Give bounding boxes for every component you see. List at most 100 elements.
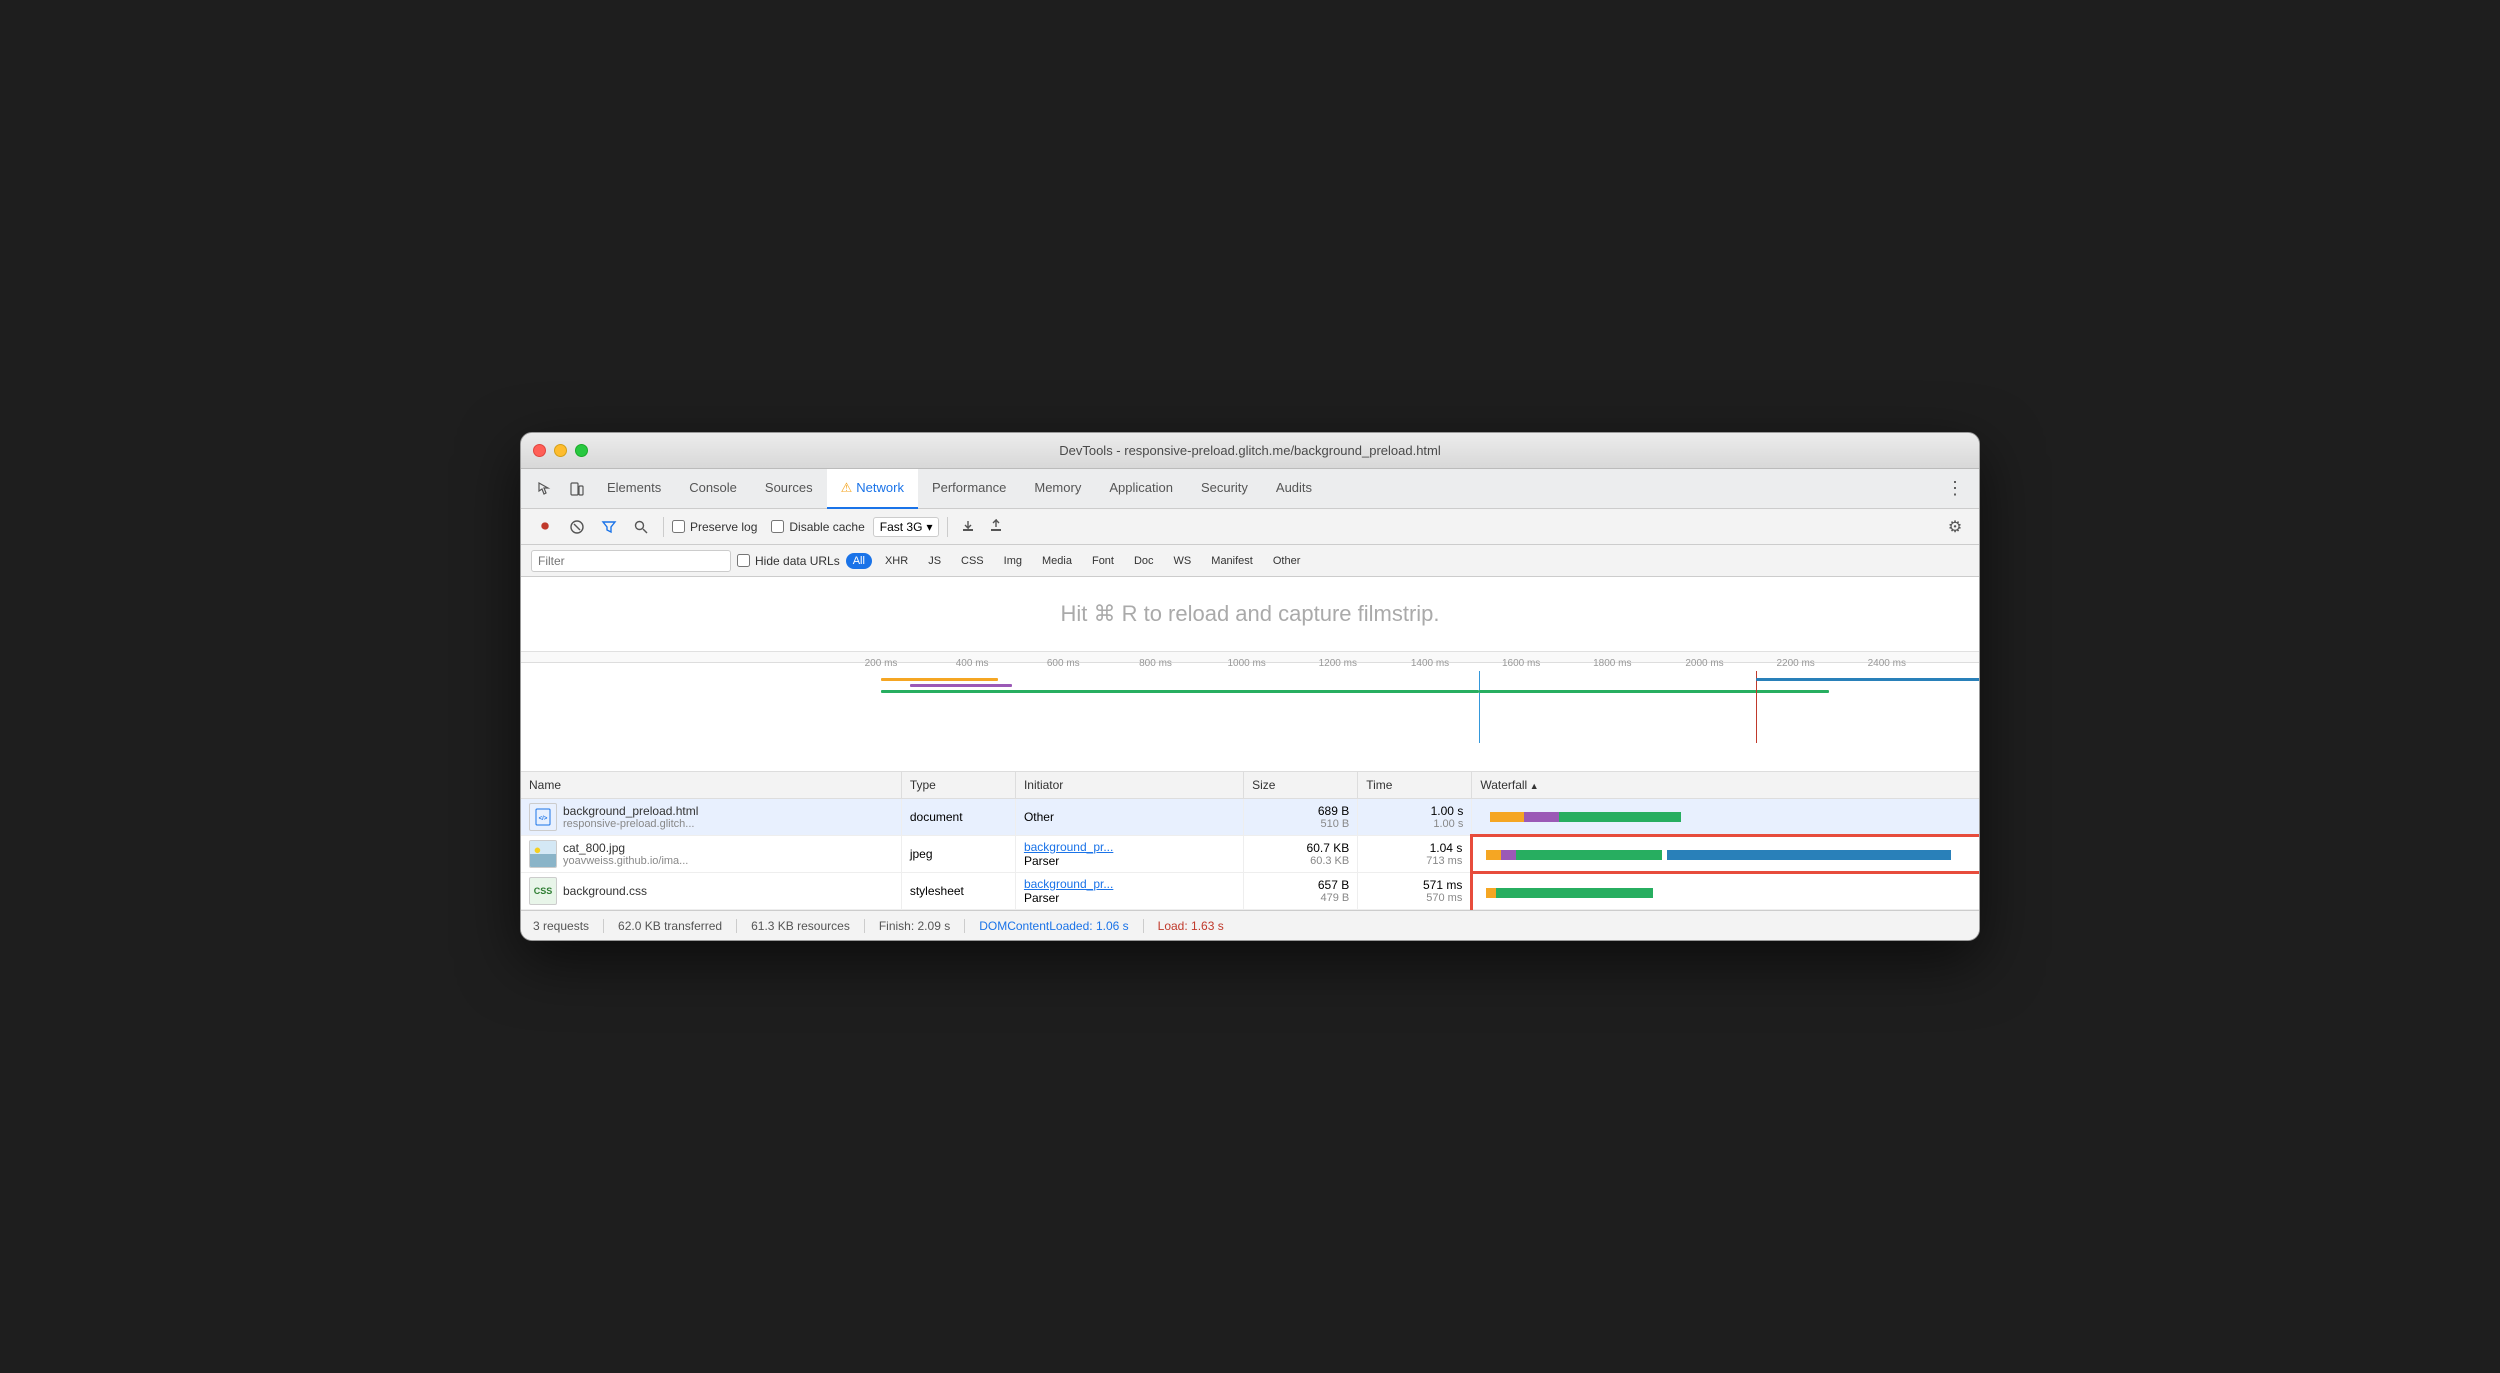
- device-toolbar-icon[interactable]: [561, 473, 593, 505]
- record-button[interactable]: ⏺: [531, 513, 559, 541]
- wf3-orange: [1486, 888, 1496, 898]
- minimize-button[interactable]: [554, 444, 567, 457]
- timeline-area: 200 ms 400 ms 600 ms 800 ms 1000 ms 1200…: [521, 652, 1979, 772]
- cell-name: </> background_preload.html responsive-p…: [521, 799, 901, 836]
- window-title: DevTools - responsive-preload.glitch.me/…: [1059, 443, 1441, 458]
- maximize-button[interactable]: [575, 444, 588, 457]
- table-header-row: Name Type Initiator Size Time Waterfall: [521, 772, 1979, 799]
- filter-manifest[interactable]: Manifest: [1204, 553, 1260, 569]
- tab-network[interactable]: ⚠ Network: [827, 469, 918, 509]
- search-button[interactable]: [627, 513, 655, 541]
- warning-icon: ⚠: [841, 480, 853, 496]
- col-initiator[interactable]: Initiator: [1015, 772, 1243, 799]
- file-icon-css: CSS: [529, 877, 557, 905]
- titlebar: DevTools - responsive-preload.glitch.me/…: [521, 433, 1979, 469]
- tab-console[interactable]: Console: [675, 469, 751, 509]
- filter-icon-button[interactable]: [595, 513, 623, 541]
- tl-bar-purple: [910, 684, 1012, 687]
- cell-type: jpeg: [901, 836, 1015, 873]
- cell-time: 1.00 s 1.00 s: [1358, 799, 1472, 836]
- close-button[interactable]: [533, 444, 546, 457]
- filter-doc[interactable]: Doc: [1127, 553, 1161, 569]
- wf-orange: [1490, 812, 1524, 822]
- table-row[interactable]: </> background_preload.html responsive-p…: [521, 799, 1979, 836]
- network-table: Name Type Initiator Size Time Waterfall: [521, 772, 1979, 910]
- tab-audits[interactable]: Audits: [1262, 469, 1326, 509]
- cell-size: 657 B 479 B: [1244, 873, 1358, 910]
- chevron-down-icon: ▾: [926, 520, 932, 534]
- status-load: Load: 1.63 s: [1158, 919, 1238, 933]
- svg-text:</>: </>: [539, 816, 548, 822]
- throttle-select[interactable]: Fast 3G ▾: [873, 517, 940, 537]
- network-toolbar: ⏺ Preserve log Disable cache Fast 3G ▾: [521, 509, 1979, 545]
- disable-cache-checkbox[interactable]: Disable cache: [771, 520, 864, 534]
- status-bar: 3 requests 62.0 KB transferred 61.3 KB r…: [521, 910, 1979, 940]
- clear-button[interactable]: [563, 513, 591, 541]
- tl-bar-green1: [881, 690, 1479, 693]
- cell-waterfall-2: [1472, 836, 1979, 873]
- cell-waterfall-3: [1472, 873, 1979, 910]
- cell-time: 571 ms 570 ms: [1358, 873, 1472, 910]
- status-transferred: 62.0 KB transferred: [618, 919, 737, 933]
- filter-bar: Hide data URLs All XHR JS CSS Img Media …: [521, 545, 1979, 577]
- col-size[interactable]: Size: [1244, 772, 1358, 799]
- col-waterfall[interactable]: Waterfall: [1472, 772, 1979, 799]
- tab-sources[interactable]: Sources: [751, 469, 827, 509]
- status-resources: 61.3 KB resources: [751, 919, 865, 933]
- tl-bar-green2: [1479, 690, 1829, 693]
- import-button[interactable]: [956, 515, 980, 539]
- wf-green: [1559, 812, 1682, 822]
- filter-input[interactable]: [531, 550, 731, 572]
- file-icon-jpg: [529, 840, 557, 868]
- wf2-purple: [1501, 850, 1516, 860]
- cell-name: CSS background.css: [521, 873, 901, 910]
- hide-data-urls-checkbox[interactable]: Hide data URLs: [737, 554, 840, 568]
- col-name[interactable]: Name: [521, 772, 901, 799]
- toolbar-separator-1: [663, 517, 664, 537]
- traffic-lights: [533, 444, 588, 457]
- filter-font[interactable]: Font: [1085, 553, 1121, 569]
- cell-name: cat_800.jpg yoavweiss.github.io/ima...: [521, 836, 901, 873]
- tl-line-red: [1756, 671, 1758, 743]
- settings-button[interactable]: ⚙: [1941, 513, 1969, 541]
- filter-all[interactable]: All: [846, 553, 872, 569]
- devtools-window: DevTools - responsive-preload.glitch.me/…: [520, 432, 1980, 941]
- tl-line-blue: [1479, 671, 1481, 743]
- filter-media[interactable]: Media: [1035, 553, 1079, 569]
- filter-img[interactable]: Img: [997, 553, 1029, 569]
- wf2-green: [1516, 850, 1663, 860]
- tl-bar-blue: [1756, 678, 1979, 681]
- filter-css[interactable]: CSS: [954, 553, 991, 569]
- wf2-orange: [1486, 850, 1501, 860]
- more-tabs-button[interactable]: ⋮: [1939, 473, 1971, 505]
- tab-security[interactable]: Security: [1187, 469, 1262, 509]
- cell-type: document: [901, 799, 1015, 836]
- timeline-ruler: 200 ms 400 ms 600 ms 800 ms 1000 ms 1200…: [521, 652, 1979, 663]
- tab-elements[interactable]: Elements: [593, 469, 675, 509]
- network-table-wrapper: Name Type Initiator Size Time Waterfall: [521, 772, 1979, 910]
- tab-performance[interactable]: Performance: [918, 469, 1020, 509]
- filter-ws[interactable]: WS: [1167, 553, 1199, 569]
- export-button[interactable]: [984, 515, 1008, 539]
- tl-bar-orange: [881, 678, 998, 681]
- col-time[interactable]: Time: [1358, 772, 1472, 799]
- cell-time: 1.04 s 713 ms: [1358, 836, 1472, 873]
- filter-other[interactable]: Other: [1266, 553, 1308, 569]
- cell-size: 60.7 KB 60.3 KB: [1244, 836, 1358, 873]
- file-icon-html: </>: [529, 803, 557, 831]
- cell-waterfall-1: [1472, 799, 1979, 836]
- filter-xhr[interactable]: XHR: [878, 553, 915, 569]
- cell-initiator: Other: [1015, 799, 1243, 836]
- inspect-icon[interactable]: [529, 473, 561, 505]
- cell-initiator: background_pr... Parser: [1015, 873, 1243, 910]
- table-row[interactable]: CSS background.css stylesheet background…: [521, 873, 1979, 910]
- preserve-log-checkbox[interactable]: Preserve log: [672, 520, 757, 534]
- table-row[interactable]: cat_800.jpg yoavweiss.github.io/ima... j…: [521, 836, 1979, 873]
- col-type[interactable]: Type: [901, 772, 1015, 799]
- status-finish: Finish: 2.09 s: [879, 919, 965, 933]
- tab-application[interactable]: Application: [1095, 469, 1187, 509]
- filter-js[interactable]: JS: [921, 553, 948, 569]
- devtools-body: Elements Console Sources ⚠ Network Perfo…: [521, 469, 1979, 940]
- tab-memory[interactable]: Memory: [1020, 469, 1095, 509]
- toolbar-separator-2: [947, 517, 948, 537]
